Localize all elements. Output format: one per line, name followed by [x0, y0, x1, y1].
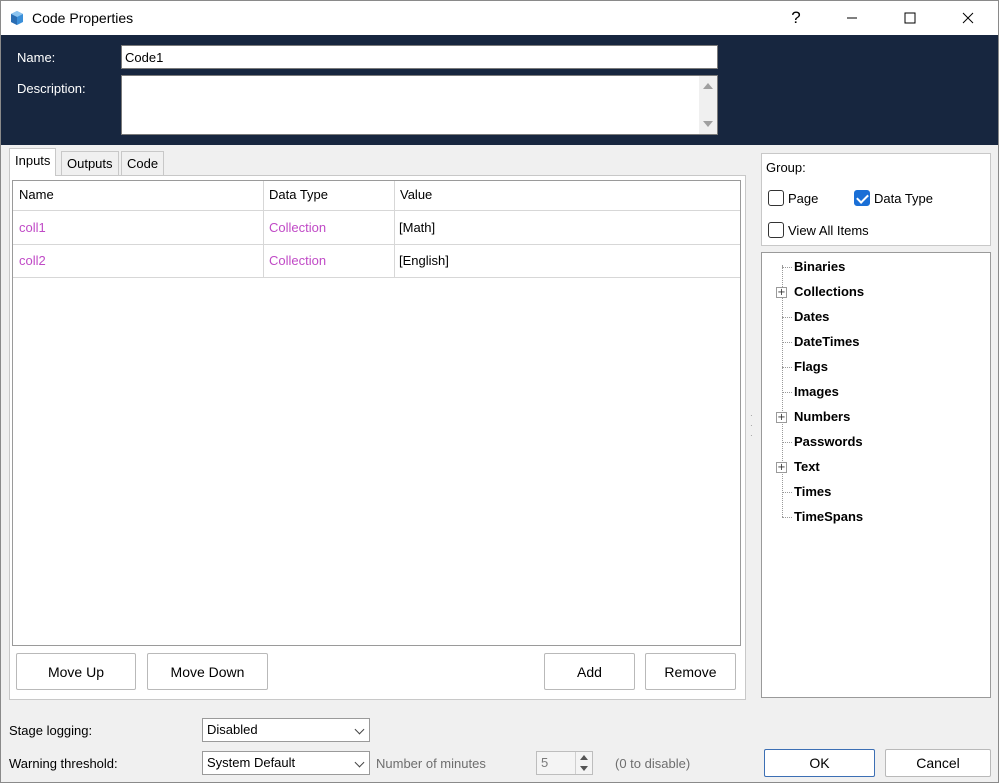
checkbox-unchecked-icon [768, 222, 784, 238]
tree-item-timespans[interactable]: TimeSpans [794, 509, 863, 524]
view-all-items-checkbox[interactable]: View All Items [768, 222, 869, 238]
tree-branch-line [782, 367, 792, 368]
move-down-button[interactable]: Move Down [147, 653, 268, 690]
page-checkbox-label: Page [788, 190, 819, 206]
data-items-tree: Binaries + Collections Dates DateTimes F… [761, 252, 991, 698]
description-textarea[interactable] [121, 75, 718, 135]
disable-hint: (0 to disable) [615, 756, 691, 771]
grid-header: Name Data Type Value [13, 181, 740, 211]
tree-item-binaries[interactable]: Binaries [794, 259, 845, 274]
stepper-down-icon[interactable] [580, 766, 588, 771]
row-name-cell[interactable]: coll2 [19, 253, 46, 268]
tree-item-images[interactable]: Images [794, 384, 839, 399]
row-value-cell[interactable]: [Math] [399, 220, 435, 235]
tab-inputs[interactable]: Inputs [9, 148, 57, 176]
stepper-buttons[interactable] [575, 752, 592, 774]
group-box: Group: Page Data Type View All Items [761, 153, 991, 246]
chevron-down-icon [354, 724, 365, 735]
tab-outputs[interactable]: Outputs [61, 151, 119, 175]
view-all-checkbox-label: View All Items [788, 222, 869, 238]
tree-branch-line [782, 442, 792, 443]
properties-header: Name: Description: [1, 35, 998, 145]
column-header-name[interactable]: Name [19, 187, 54, 202]
description-scrollbar[interactable] [699, 76, 717, 134]
close-button[interactable] [939, 1, 997, 35]
warning-threshold-select[interactable]: System Default [202, 751, 370, 775]
maximize-button[interactable] [881, 1, 939, 35]
tree-branch-line [782, 517, 792, 518]
minutes-value: 5 [541, 755, 549, 770]
tree-branch-line [782, 492, 792, 493]
ok-button[interactable]: OK [764, 749, 875, 777]
tree-connector-line [782, 265, 783, 517]
splitter-handle[interactable]: · · · [750, 411, 756, 441]
expand-plus-icon[interactable]: + [776, 412, 787, 423]
window-title: Code Properties [32, 10, 134, 26]
warning-threshold-value: System Default [207, 755, 296, 770]
table-row[interactable]: coll1 Collection [Math] [13, 212, 740, 245]
row-value-cell[interactable]: [English] [399, 253, 449, 268]
data-type-checkbox-label: Data Type [874, 190, 934, 206]
move-up-button[interactable]: Move Up [16, 653, 136, 690]
stepper-up-icon[interactable] [580, 755, 588, 760]
table-row[interactable]: coll2 Collection [English] [13, 245, 740, 278]
tree-branch-line [782, 342, 792, 343]
inputs-grid: Name Data Type Value coll1 Collection [M… [12, 180, 741, 646]
row-data-type-cell[interactable]: Collection [269, 253, 326, 268]
name-input[interactable] [121, 45, 718, 69]
row-name-cell[interactable]: coll1 [19, 220, 46, 235]
expand-plus-icon[interactable]: + [776, 287, 787, 298]
tree-item-passwords[interactable]: Passwords [794, 434, 863, 449]
expand-plus-icon[interactable]: + [776, 462, 787, 473]
row-data-type-cell[interactable]: Collection [269, 220, 326, 235]
tree-branch-line [782, 317, 792, 318]
minutes-stepper[interactable]: 5 [536, 751, 593, 775]
title-bar: Code Properties ? [1, 1, 998, 35]
tab-code[interactable]: Code [121, 151, 165, 175]
group-label: Group: [766, 160, 806, 175]
tree-item-datetimes[interactable]: DateTimes [794, 334, 860, 349]
chevron-down-icon [354, 757, 365, 768]
tree-item-dates[interactable]: Dates [794, 309, 829, 324]
remove-button[interactable]: Remove [645, 653, 736, 690]
add-button[interactable]: Add [544, 653, 635, 690]
minimize-icon [847, 17, 857, 19]
tree-item-times[interactable]: Times [794, 484, 831, 499]
column-header-data-type[interactable]: Data Type [269, 187, 328, 202]
group-by-page-checkbox[interactable]: Page [768, 190, 818, 206]
number-of-minutes-label: Number of minutes [376, 756, 486, 771]
app-icon [11, 11, 23, 25]
scroll-down-icon[interactable] [703, 121, 713, 127]
tree-branch-line [782, 392, 792, 393]
stage-logging-select[interactable]: Disabled [202, 718, 370, 742]
name-label: Name: [17, 50, 56, 65]
stage-logging-label: Stage logging: [9, 723, 93, 738]
cancel-button[interactable]: Cancel [885, 749, 991, 777]
stage-logging-value: Disabled [207, 722, 258, 737]
minimize-button[interactable] [823, 1, 881, 35]
checkbox-checked-icon [854, 190, 870, 206]
tree-item-collections[interactable]: Collections [794, 284, 864, 299]
group-by-data-type-checkbox[interactable]: Data Type [854, 190, 933, 206]
column-header-value[interactable]: Value [400, 187, 432, 202]
maximize-icon [904, 12, 916, 24]
help-button[interactable]: ? [767, 1, 825, 35]
tree-item-text[interactable]: Text [794, 459, 820, 474]
scroll-up-icon[interactable] [703, 83, 713, 89]
warning-threshold-label: Warning threshold: [9, 756, 118, 771]
tree-item-flags[interactable]: Flags [794, 359, 828, 374]
description-label: Description: [17, 81, 86, 96]
tree-item-numbers[interactable]: Numbers [794, 409, 850, 424]
code-properties-dialog: Code Properties ? Name: Description: Inp… [0, 0, 999, 783]
tree-branch-line [782, 267, 792, 268]
checkbox-unchecked-icon [768, 190, 784, 206]
close-icon [962, 12, 974, 24]
